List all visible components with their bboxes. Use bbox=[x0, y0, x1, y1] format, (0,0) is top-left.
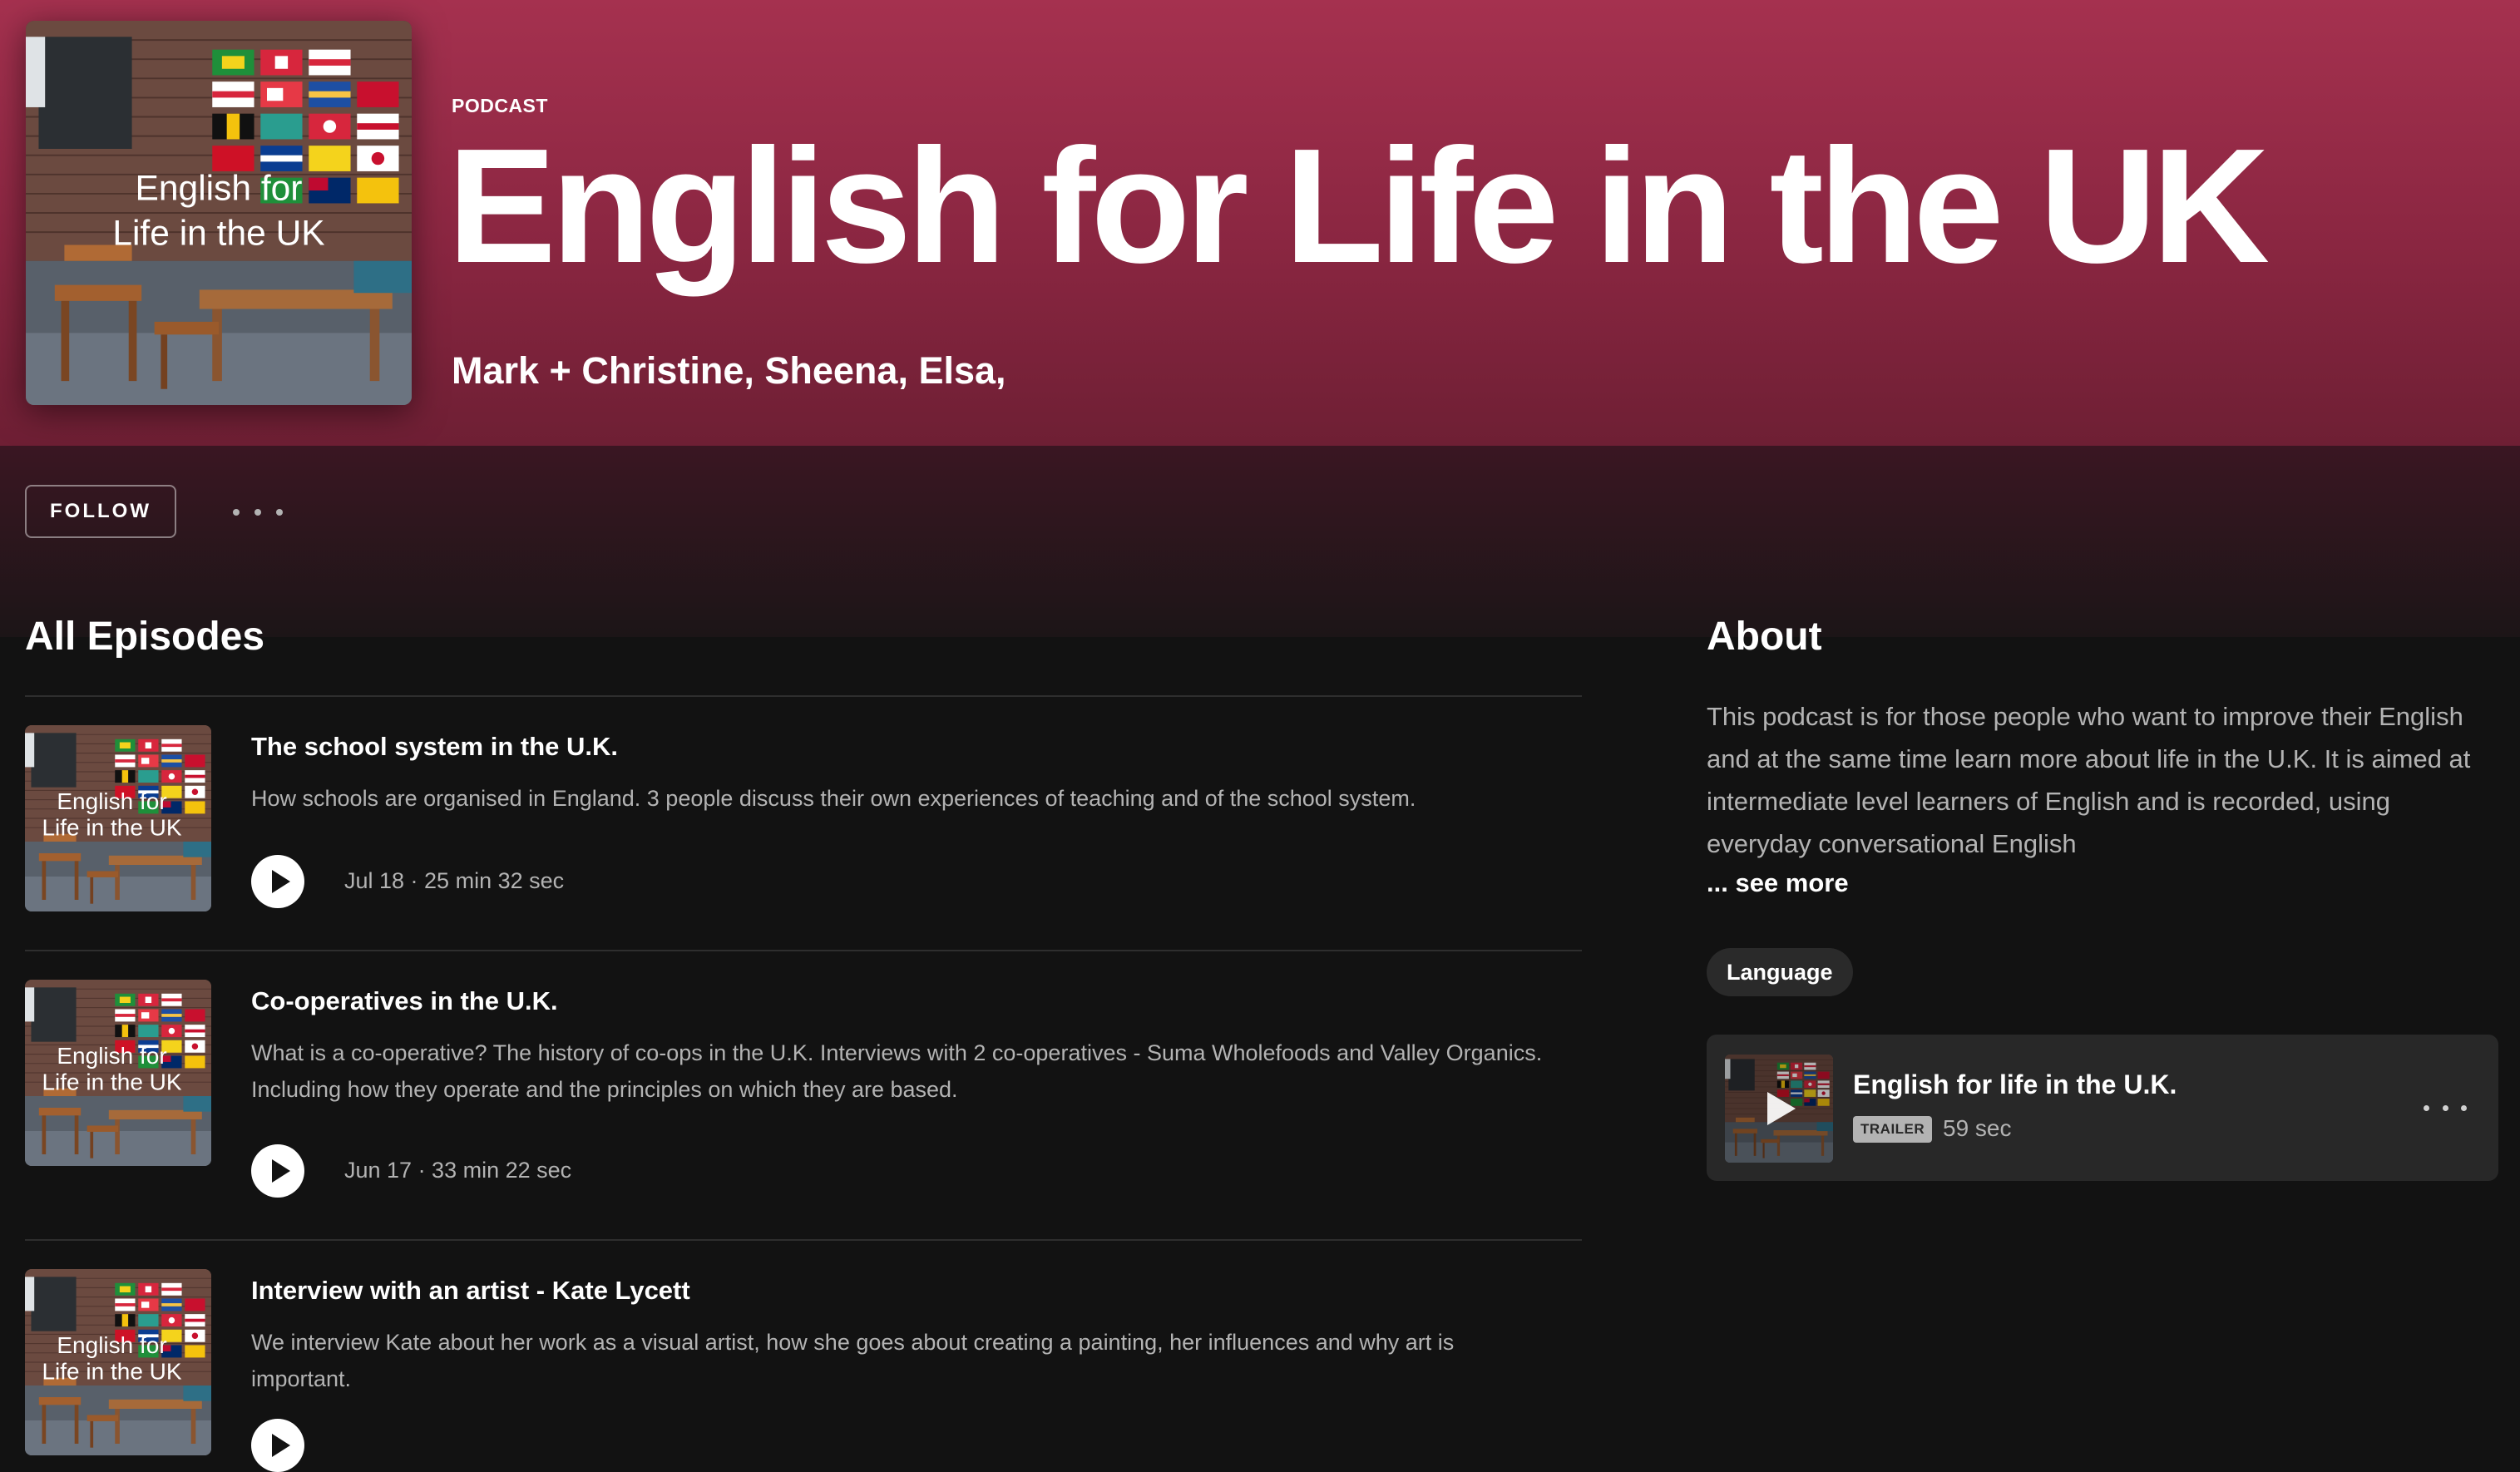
episode-row[interactable]: English for Life in the UK Interview wit… bbox=[25, 1239, 1582, 1472]
category-tag[interactable]: Language bbox=[1707, 948, 1853, 996]
trailer-badge: TRAILER bbox=[1853, 1116, 1933, 1143]
all-episodes-heading: All Episodes bbox=[25, 615, 265, 659]
dot bbox=[276, 509, 283, 516]
play-icon bbox=[1767, 1092, 1796, 1125]
cover-text-line-2: Life in the UK bbox=[112, 214, 324, 253]
trailer-duration: 59 sec bbox=[1943, 1115, 2012, 1141]
trailer-thumbnail[interactable] bbox=[1725, 1055, 1833, 1163]
cover-text-line-1: English for bbox=[136, 169, 303, 208]
dot bbox=[233, 509, 240, 516]
more-options-icon[interactable] bbox=[233, 497, 283, 527]
dot bbox=[2442, 1104, 2448, 1111]
episode-description: What is a co-operative? The history of c… bbox=[251, 1040, 1543, 1102]
see-more-link[interactable]: ... see more bbox=[1707, 868, 1849, 898]
episode-description: We interview Kate about her work as a vi… bbox=[251, 1330, 1455, 1391]
episode-thumbnail: English for Life in the UK bbox=[25, 1269, 211, 1455]
podcast-kicker: PODCAST bbox=[452, 95, 548, 116]
play-button[interactable] bbox=[251, 1419, 304, 1472]
thumb-text-2: Life in the UK bbox=[42, 1069, 181, 1095]
podcast-cover-image: English for Life in the UK bbox=[26, 21, 412, 405]
episode-meta: Jul 18 · 25 min 32 sec bbox=[344, 868, 565, 893]
episode-thumbnail: English for Life in the UK bbox=[25, 725, 211, 911]
trailer-more-options-icon[interactable] bbox=[2424, 1099, 2467, 1116]
podcast-header: English for Life in the UK PODCAST Engli… bbox=[0, 0, 2520, 446]
episode-row[interactable]: English for Life in the UK The school sy… bbox=[25, 695, 1582, 950]
episode-description: How schools are organised in England. 3 … bbox=[251, 786, 1416, 811]
episode-thumbnail: English for Life in the UK bbox=[25, 980, 211, 1166]
about-heading: About bbox=[1707, 615, 1822, 659]
play-button[interactable] bbox=[251, 1144, 304, 1198]
play-button[interactable] bbox=[251, 855, 304, 908]
page-title: English for Life in the UK bbox=[447, 115, 2270, 297]
episode-meta: Jun 17 · 33 min 22 sec bbox=[344, 1158, 572, 1183]
thumb-text-1: English for bbox=[57, 1043, 166, 1069]
episode-title[interactable]: The school system in the U.K. bbox=[251, 732, 618, 762]
episode-title[interactable]: Interview with an artist - Kate Lycett bbox=[251, 1276, 690, 1306]
action-bar: FOLLOW bbox=[0, 446, 2520, 637]
trailer-card[interactable]: English for life in the U.K. TRAILER 59 … bbox=[1707, 1035, 2498, 1181]
follow-button[interactable]: FOLLOW bbox=[25, 485, 176, 538]
thumb-text-2: Life in the UK bbox=[42, 1359, 181, 1385]
thumb-text-1: English for bbox=[57, 788, 166, 814]
thumb-text-1: English for bbox=[57, 1332, 166, 1358]
podcast-authors[interactable]: Mark + Christine, Sheena, Elsa, bbox=[452, 349, 1006, 393]
episode-row[interactable]: English for Life in the UK Co-operatives… bbox=[25, 950, 1582, 1239]
about-description: This podcast is for those people who wan… bbox=[1707, 702, 2471, 858]
dot bbox=[2424, 1104, 2429, 1111]
trailer-title[interactable]: English for life in the U.K. bbox=[1853, 1069, 2177, 1100]
episode-title[interactable]: Co-operatives in the U.K. bbox=[251, 986, 558, 1016]
dot bbox=[254, 509, 261, 516]
dot bbox=[2461, 1104, 2467, 1111]
thumb-text-2: Life in the UK bbox=[42, 815, 181, 841]
